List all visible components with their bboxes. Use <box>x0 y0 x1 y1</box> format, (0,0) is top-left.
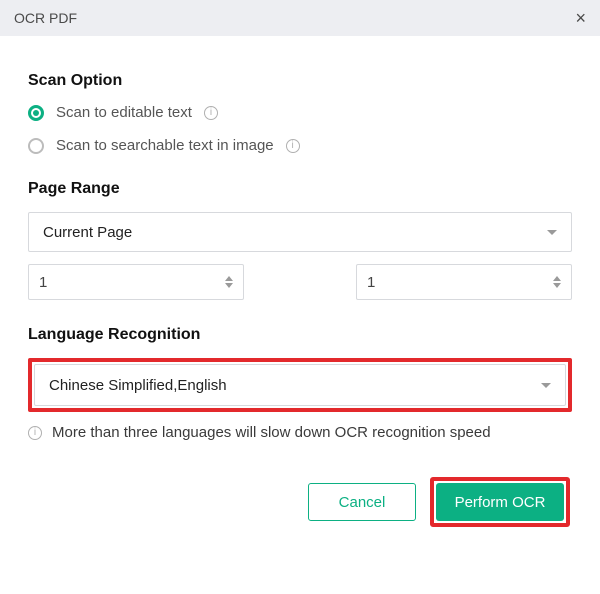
button-label: Perform OCR <box>455 494 546 511</box>
warning-text: More than three languages will slow down… <box>52 424 491 441</box>
stepper-arrows[interactable] <box>553 276 561 288</box>
language-heading: Language Recognition <box>28 326 572 344</box>
info-icon[interactable]: i <box>204 106 218 120</box>
language-warning: i More than three languages will slow do… <box>28 424 572 441</box>
chevron-down-icon <box>547 230 557 235</box>
perform-ocr-button[interactable]: Perform OCR <box>436 483 564 521</box>
radio-label: Scan to searchable text in image <box>56 137 274 154</box>
page-to-input[interactable]: 1 <box>356 264 572 300</box>
input-value: 1 <box>39 274 47 291</box>
language-section: Language Recognition Chinese Simplified,… <box>28 326 572 441</box>
dialog-content: Scan Option Scan to editable text i Scan… <box>0 36 600 545</box>
dialog-title: OCR PDF <box>14 10 77 26</box>
radio-scan-editable[interactable]: Scan to editable text i <box>28 104 572 121</box>
select-value: Chinese Simplified,English <box>49 377 227 394</box>
cancel-button[interactable]: Cancel <box>308 483 416 521</box>
radio-icon <box>28 105 44 121</box>
select-value: Current Page <box>43 224 132 241</box>
info-icon[interactable]: i <box>286 139 300 153</box>
chevron-up-icon <box>553 276 561 281</box>
radio-label: Scan to editable text <box>56 104 192 121</box>
info-icon: i <box>28 426 42 440</box>
highlight-box: Chinese Simplified,English <box>28 358 572 412</box>
page-range-heading: Page Range <box>28 180 572 198</box>
page-range-select[interactable]: Current Page <box>28 212 572 252</box>
chevron-down-icon <box>541 383 551 388</box>
dialog-footer: Cancel Perform OCR <box>28 477 572 527</box>
page-range-inputs: 1 1 <box>28 264 572 300</box>
chevron-up-icon <box>225 276 233 281</box>
chevron-down-icon <box>225 283 233 288</box>
radio-icon <box>28 138 44 154</box>
button-label: Cancel <box>339 494 386 511</box>
language-select[interactable]: Chinese Simplified,English <box>34 364 566 406</box>
close-icon[interactable]: × <box>575 9 586 27</box>
chevron-down-icon <box>553 283 561 288</box>
highlight-box: Perform OCR <box>430 477 570 527</box>
page-from-input[interactable]: 1 <box>28 264 244 300</box>
input-value: 1 <box>367 274 375 291</box>
radio-scan-searchable[interactable]: Scan to searchable text in image i <box>28 137 572 154</box>
stepper-arrows[interactable] <box>225 276 233 288</box>
page-range-section: Page Range Current Page 1 1 <box>28 180 572 300</box>
dialog-header: OCR PDF × <box>0 0 600 36</box>
scan-option-heading: Scan Option <box>28 72 572 90</box>
